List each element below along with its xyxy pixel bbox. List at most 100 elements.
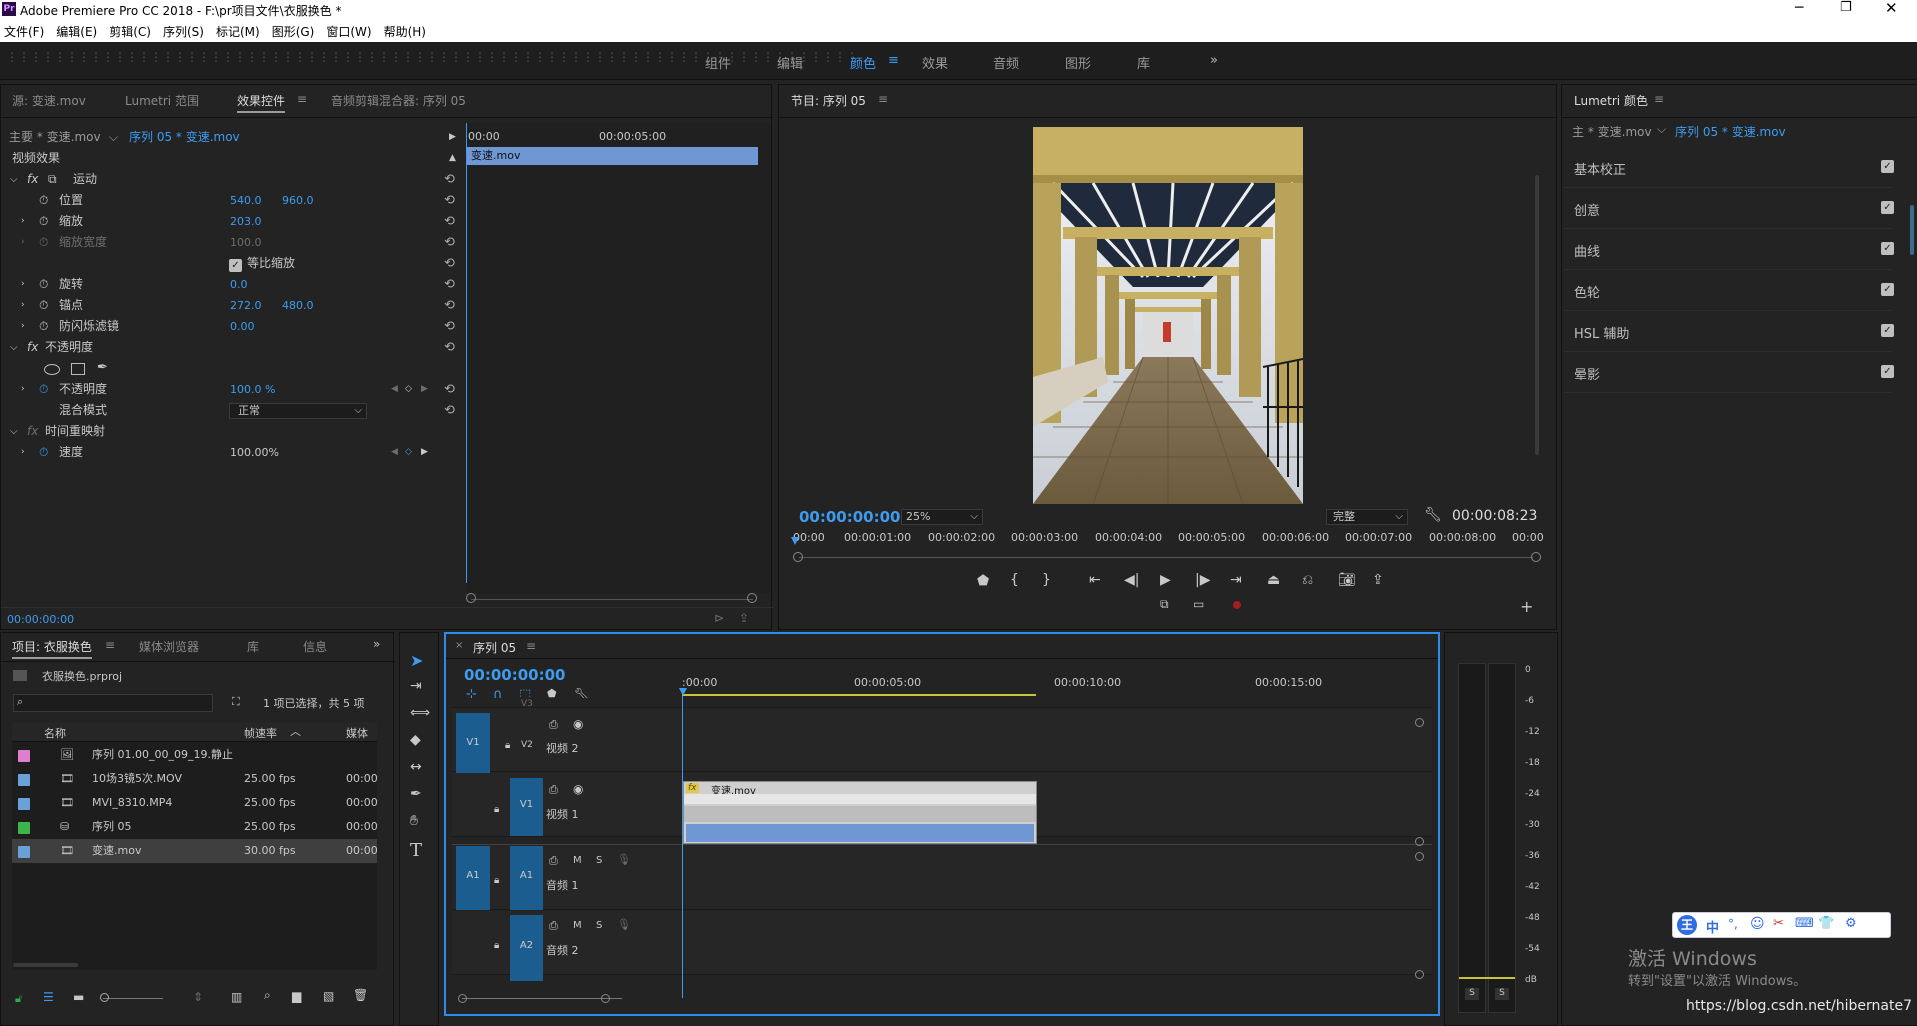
video-scroll-bottom[interactable] [1415, 837, 1424, 846]
pen-mask-icon[interactable]: ✒ [97, 360, 108, 375]
ime-skin[interactable]: 👕 [1818, 916, 1834, 931]
prev-keyframe-icon[interactable]: ◀ [391, 442, 398, 463]
ripple-edit-tool-icon[interactable]: ⟺ [410, 705, 430, 721]
lock-track-icon[interactable]: 🔒︎ [494, 875, 499, 886]
work-area-bar[interactable] [682, 694, 1036, 696]
tab-source[interactable]: 源: 变速.mov [12, 92, 86, 109]
lumetri-seq-clip[interactable]: 序列 05 * 变速.mov [1675, 123, 1786, 140]
solo-right-button[interactable]: S [1495, 988, 1509, 1000]
anchor-y-value[interactable]: 480.0 [282, 295, 314, 316]
step-forward-icon[interactable]: |▶ [1195, 572, 1210, 588]
workspace-tab-editing[interactable]: 编辑 [777, 53, 803, 72]
column-fps[interactable]: 帧速率 [244, 725, 277, 741]
export-icon[interactable]: ⇪ [739, 611, 749, 625]
type-tool-icon[interactable]: T [410, 840, 422, 861]
mute-button[interactable]: M [573, 855, 582, 866]
reset-opacity-icon[interactable]: ⟲ [444, 382, 458, 397]
timeline-timecode[interactable]: 00:00:00:00 [464, 666, 566, 684]
anchor-x-value[interactable]: 272.0 [230, 295, 262, 316]
reset-flicker-icon[interactable]: ⟲ [444, 319, 458, 334]
reset-opacity-group-icon[interactable]: ⟲ [444, 340, 458, 355]
zoom-select[interactable]: 25% ⌵ [901, 509, 983, 525]
workspace-tab-graphics[interactable]: 图形 [1065, 53, 1091, 72]
automate-to-sequence-icon[interactable]: ▥ [231, 990, 242, 1004]
fx-icon[interactable]: fx [27, 337, 38, 358]
panel-menu-icon[interactable]: ≡ [1654, 92, 1664, 106]
menu-item-7[interactable]: 帮助(H) [384, 25, 426, 39]
panel-menu-icon[interactable]: ≡ [526, 639, 536, 653]
lock-icon[interactable]: 🔓︎ [15, 992, 22, 1006]
ime-logo[interactable]: 王 [1677, 915, 1697, 935]
sync-lock-icon[interactable]: ⎙ [549, 718, 558, 732]
position-x-value[interactable]: 540.0 [230, 190, 262, 211]
workspace-tab-color[interactable]: 颜色 [850, 53, 876, 72]
close-sequence-icon[interactable]: × [455, 640, 463, 651]
new-bin-icon[interactable]: ⛶ [232, 695, 240, 709]
zoom-slider-handle[interactable] [100, 993, 109, 1002]
stopwatch-active-icon[interactable]: ⏱ [39, 379, 48, 400]
slip-tool-icon[interactable]: ↔ [410, 759, 422, 775]
voiceover-mic-icon[interactable]: 🎙︎ [617, 918, 631, 931]
program-scroll-track[interactable] [799, 557, 1533, 558]
mark-in-icon[interactable]: { [1010, 572, 1019, 588]
speed-value[interactable]: 100.00% [230, 442, 279, 463]
mini-playhead[interactable] [466, 123, 467, 583]
flicker-twirl[interactable]: › [21, 316, 25, 337]
lumetri-enable-checkbox[interactable]: ✓ [1881, 324, 1894, 337]
quality-select[interactable]: 完整 ⌵ [1326, 509, 1408, 525]
stopwatch-icon[interactable]: ⏱ [39, 295, 48, 316]
reset-scale-width-icon[interactable]: ⟲ [444, 235, 458, 250]
maximize-icon[interactable]: ❐ [1840, 0, 1852, 15]
wrench-icon[interactable]: 🔧︎ [1424, 507, 1442, 523]
selection-tool-icon[interactable]: ➤ [410, 651, 423, 670]
lumetri-enable-checkbox[interactable]: ✓ [1881, 160, 1894, 173]
next-keyframe-icon[interactable]: ▶ [421, 379, 428, 400]
menu-item-1[interactable]: 编辑(E) [56, 25, 97, 39]
lumetri-section[interactable]: 基本校正 ✓ [1564, 147, 1894, 188]
play-icon[interactable]: ▶ [1160, 572, 1171, 588]
solo-left-button[interactable]: S [1465, 988, 1479, 1000]
new-bin-footer-icon[interactable]: ▆ [292, 989, 301, 1003]
opacity-twirl-inner[interactable]: › [21, 379, 25, 400]
workspace-menu-icon[interactable]: ≡ [888, 53, 899, 68]
sync-lock-icon[interactable]: ⎙ [549, 919, 558, 933]
list-view-icon[interactable]: ☰ [43, 990, 54, 1004]
sort-icons-icon[interactable]: ⇕ [193, 990, 203, 1004]
project-item-row[interactable]: 🎞︎ MVI_8310.MP4 25.00 fps 00:00: [12, 791, 377, 815]
ime-punctuation[interactable]: °, [1728, 917, 1738, 931]
program-ruler[interactable]: 00:00 00:00:01:00 00:00:02:00 00:00:03:0… [791, 531, 1544, 549]
flicker-value[interactable]: 0.00 [230, 316, 255, 337]
add-keyframe-icon[interactable]: ◇ [405, 379, 412, 400]
speed-twirl[interactable]: › [21, 442, 25, 463]
lumetri-enable-checkbox[interactable]: ✓ [1881, 201, 1894, 214]
timeline-hscroll-track[interactable] [462, 998, 622, 999]
program-monitor-title[interactable]: 节目: 序列 05 [791, 92, 866, 109]
tab-audio-clip-mixer[interactable]: 音频剪辑混合器: 序列 05 [331, 92, 466, 109]
panel-menu-icon[interactable]: ≡ [878, 92, 888, 106]
hand-tool-icon[interactable]: ✋︎ [410, 813, 418, 829]
workspace-tab-assembly[interactable]: 组件 [705, 53, 731, 72]
icon-view-icon[interactable]: ▬ [73, 990, 84, 1004]
ime-chinese-mode[interactable]: 中 [1706, 917, 1719, 936]
reset-anchor-icon[interactable]: ⟲ [444, 298, 458, 313]
audio-scroll-top[interactable] [1415, 852, 1424, 861]
minimize-icon[interactable]: ─ [1795, 0, 1803, 16]
lock-track-icon[interactable]: 🔒︎ [505, 740, 510, 751]
lumetri-section[interactable]: HSL 辅助 ✓ [1564, 311, 1894, 352]
ime-emoji[interactable]: ☺ [1750, 916, 1765, 932]
column-media[interactable]: 媒体 [346, 725, 368, 741]
target-a1[interactable]: A1 [510, 846, 543, 910]
ime-scissors[interactable]: ✂ [1773, 916, 1784, 931]
chevron-down-icon[interactable]: ⌵ [1657, 122, 1666, 137]
prev-keyframe-icon[interactable]: ◀ [391, 379, 398, 400]
project-item-row[interactable]: ⛁ 序列 05 25.00 fps 00:00: [12, 815, 377, 839]
label-color-swatch[interactable] [18, 750, 30, 762]
fx-icon[interactable]: fx [27, 169, 38, 190]
reset-rotation-icon[interactable]: ⟲ [444, 277, 458, 292]
step-back-icon[interactable]: ◀| [1124, 572, 1139, 588]
lumetri-section[interactable]: 创意 ✓ [1564, 188, 1894, 229]
uniform-scale-checkbox[interactable]: ✓ [229, 259, 242, 272]
project-item-row[interactable]: 🎞︎ 10场3镜5次.MOV 25.00 fps 00:00: [12, 767, 377, 791]
program-playhead[interactable] [791, 537, 799, 545]
reset-uniform-icon[interactable]: ⟲ [444, 256, 458, 271]
